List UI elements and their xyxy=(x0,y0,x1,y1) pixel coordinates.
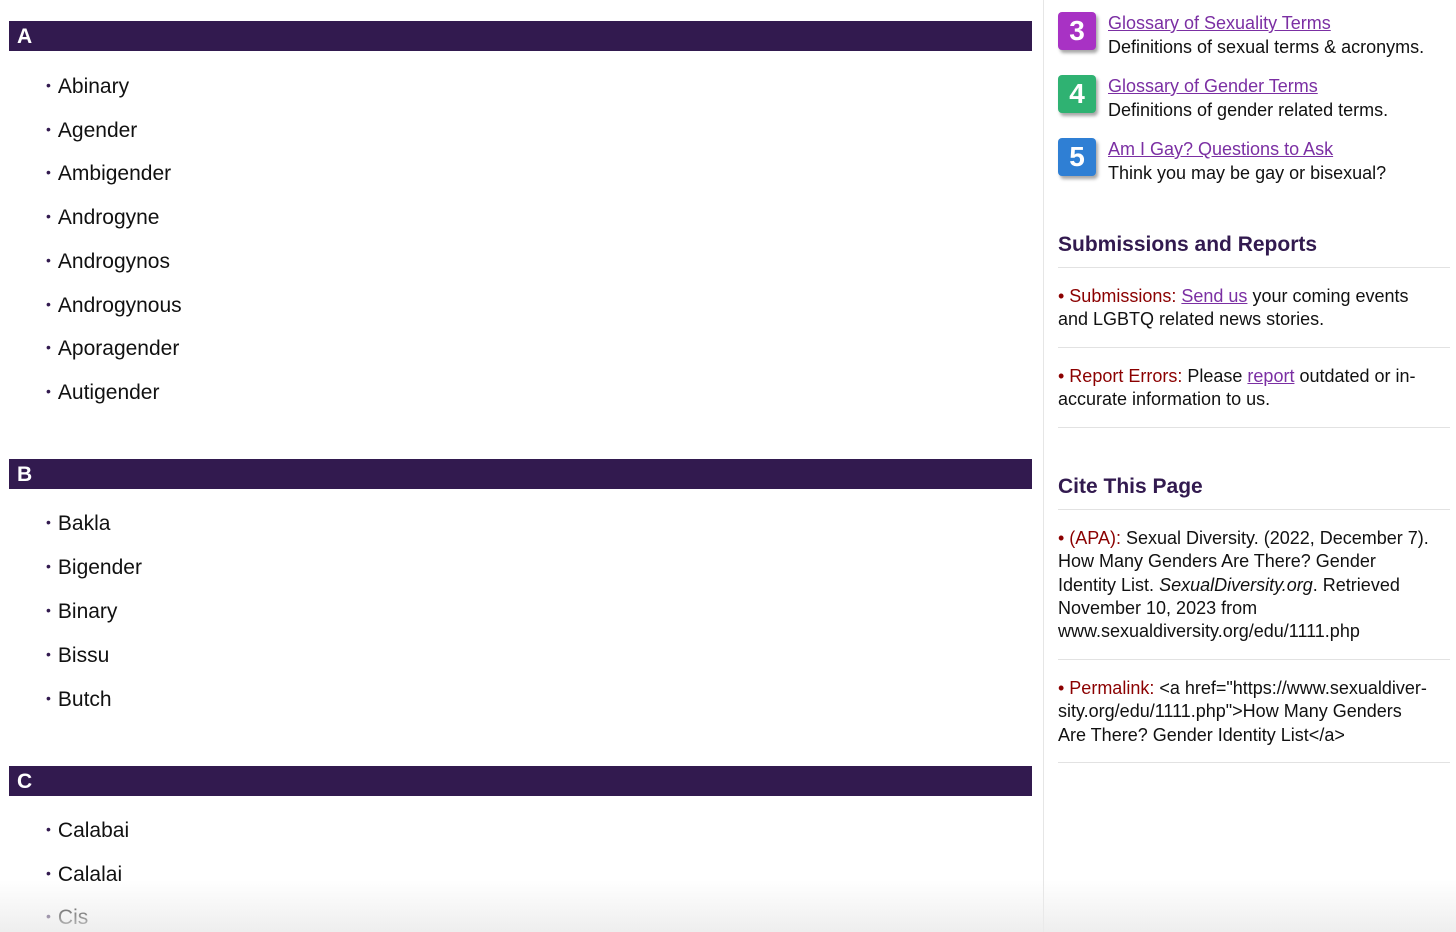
permalink-line-2: sity.org/edu/1111.php">How Many Genders xyxy=(1058,701,1402,722)
apa-line-3a: Identity List. xyxy=(1058,574,1155,595)
bullet-icon: • xyxy=(46,690,51,706)
main-content: A • Abinary • Agender • Ambigender • Androgy… xyxy=(9,0,1033,932)
list-item[interactable]: • Calalai xyxy=(46,862,122,889)
list-item[interactable]: • Bigender xyxy=(46,555,142,582)
related-desc: Definitions of sexual terms & acronyms. xyxy=(1108,37,1425,57)
bullet-icon: • xyxy=(46,514,51,530)
term-label: Aporagender xyxy=(57,337,180,360)
term-label: Androgynos xyxy=(57,250,170,273)
list-item[interactable]: • Binary xyxy=(46,599,117,626)
term-label: Androgyne xyxy=(57,206,160,229)
divider xyxy=(1058,509,1450,510)
permalink-label: • Permalink: xyxy=(1058,678,1155,698)
term-label: Abinary xyxy=(57,75,130,98)
sidebar: 3 Glossary of Sexuality Terms Definition… xyxy=(1058,0,1450,932)
apa-line-5: www.sexualdiversity.org/edu/1111.php xyxy=(1058,621,1360,642)
apa-line-4: November 10, 2023 from xyxy=(1058,597,1258,618)
list-item[interactable]: • Abinary xyxy=(46,74,129,101)
divider xyxy=(1058,427,1450,428)
apa-site-name: SexualDiversity.org xyxy=(1159,574,1313,595)
submissions-text-2: and LGBTQ related news stories. xyxy=(1058,309,1325,330)
report-link[interactable]: report xyxy=(1247,366,1294,386)
bullet-icon: • xyxy=(46,208,51,224)
term-label: Ambigender xyxy=(57,162,172,185)
list-item[interactable]: • Androgyne xyxy=(46,205,159,232)
permalink-line-3: Are There? Gender Identity List</a> xyxy=(1058,724,1345,745)
number-badge-3: 3 xyxy=(1058,12,1096,50)
term-label: Bissu xyxy=(57,644,110,667)
list-item[interactable]: • Cis xyxy=(46,905,88,932)
section-header-a: A xyxy=(9,21,1032,51)
apa-line-2: How Many Genders Are There? Gender xyxy=(1058,551,1376,572)
divider xyxy=(1058,659,1450,660)
term-label: Calalai xyxy=(57,863,123,886)
bullet-icon: • xyxy=(46,646,51,662)
term-label: Agender xyxy=(57,119,138,142)
glossary-gender-link[interactable]: Glossary of Gender Terms xyxy=(1108,76,1318,97)
term-label: Calabai xyxy=(57,819,130,842)
list-item[interactable]: • Calabai xyxy=(46,818,129,845)
submissions-paragraph: • Submissions: Send us your coming event… xyxy=(1058,285,1446,332)
list-item[interactable]: • Ambigender xyxy=(46,161,171,188)
permalink-citation: • Permalink: <a href="https://www.sexual… xyxy=(1058,677,1446,747)
bullet-icon: • xyxy=(46,865,51,881)
term-label: Autigender xyxy=(57,381,160,404)
section-header-b: B xyxy=(9,459,1032,489)
number-badge-5: 5 xyxy=(1058,138,1096,176)
list-item[interactable]: • Bissu xyxy=(46,643,109,670)
apa-citation: • (APA): Sexual Diversity. (2022, Decemb… xyxy=(1058,527,1446,643)
submissions-label: • Submissions: xyxy=(1058,286,1177,306)
number-badge-4: 4 xyxy=(1058,75,1096,113)
am-i-gay-link[interactable]: Am I Gay? Questions to Ask xyxy=(1108,139,1333,160)
related-desc: Think you may be gay or bisexual? xyxy=(1108,163,1387,183)
list-item[interactable]: • Autigender xyxy=(46,380,159,407)
section-header-c: C xyxy=(9,766,1032,796)
permalink-line-1: <a href="https://www.sexualdiver- xyxy=(1159,678,1427,698)
send-us-link[interactable]: Send us xyxy=(1181,286,1247,306)
submissions-text: your coming events xyxy=(1252,286,1409,306)
bullet-icon: • xyxy=(46,296,51,312)
glossary-sexuality-link[interactable]: Glossary of Sexuality Terms xyxy=(1108,13,1331,34)
report-text-2: accurate information to us. xyxy=(1058,389,1271,410)
bullet-icon: • xyxy=(46,558,51,574)
divider xyxy=(1058,762,1450,763)
term-label: Butch xyxy=(57,688,112,711)
report-text: Please xyxy=(1187,366,1243,386)
bullet-icon: • xyxy=(46,339,51,355)
bullet-icon: • xyxy=(46,252,51,268)
list-item[interactable]: • Androgynous xyxy=(46,293,182,320)
term-label: Binary xyxy=(57,600,118,623)
apa-line-3c: . Retrieved xyxy=(1312,574,1400,595)
report-label: • Report Errors: xyxy=(1058,366,1183,386)
bullet-icon: • xyxy=(46,908,51,924)
list-item[interactable]: • Androgynos xyxy=(46,249,170,276)
divider xyxy=(1058,347,1450,348)
bullet-icon: • xyxy=(46,164,51,180)
cite-heading: Cite This Page xyxy=(1058,475,1203,498)
list-item[interactable]: • Bakla xyxy=(46,511,110,538)
list-item[interactable]: • Aporagender xyxy=(46,336,179,363)
bullet-icon: • xyxy=(46,77,51,93)
related-desc: Definitions of gender related terms. xyxy=(1108,100,1389,120)
bullet-icon: • xyxy=(46,383,51,399)
apa-label: • (APA): xyxy=(1058,528,1121,548)
term-label: Bakla xyxy=(57,512,111,535)
report-paragraph: • Report Errors: Please report outdated … xyxy=(1058,365,1446,412)
bullet-icon: • xyxy=(46,602,51,618)
divider xyxy=(1058,267,1450,268)
term-label: Bigender xyxy=(57,556,142,579)
submissions-heading: Submissions and Reports xyxy=(1058,233,1318,256)
list-item[interactable]: • Agender xyxy=(46,118,137,145)
term-label: Androgynous xyxy=(57,294,182,317)
report-text-1: outdated or in- xyxy=(1299,366,1416,386)
bullet-icon: • xyxy=(46,121,51,137)
apa-line-1: Sexual Diversity. (2022, December 7). xyxy=(1126,528,1429,548)
list-item[interactable]: • Butch xyxy=(46,687,112,714)
term-label: Cis xyxy=(57,906,89,929)
bullet-icon: • xyxy=(46,821,51,837)
column-divider xyxy=(1043,0,1044,932)
